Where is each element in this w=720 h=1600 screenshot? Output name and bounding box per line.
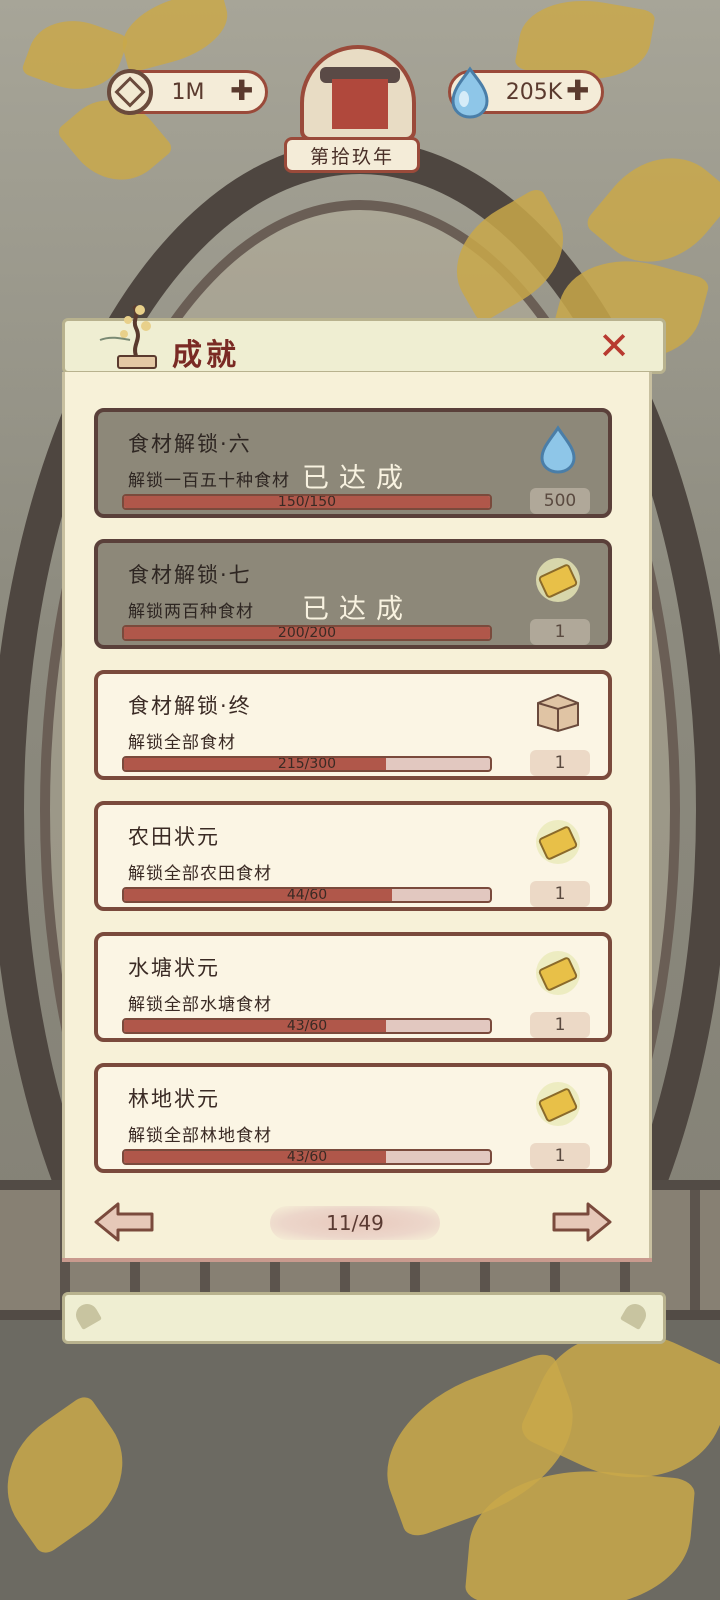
achievement-title: 林地状元	[128, 1087, 220, 1111]
achievement-description: 解锁一百五十种食材	[128, 471, 290, 491]
achievement-card[interactable]: 农田状元解锁全部农田食材 44/60 1	[94, 801, 612, 911]
add-coins-button[interactable]: ✚	[230, 76, 253, 106]
progress-bar: 43/60	[122, 1149, 492, 1165]
ticket-icon	[530, 948, 586, 998]
achievement-description: 解锁全部林地食材	[128, 1126, 272, 1146]
achievement-description: 解锁全部农田食材	[128, 864, 272, 884]
reward-count: 1	[530, 619, 590, 645]
panel-divider	[62, 1258, 652, 1262]
year-label: 第拾玖年	[284, 137, 420, 173]
progress-text: 43/60	[286, 1018, 328, 1034]
achievement-card[interactable]: 食材解锁·终解锁全部食材 215/300 1	[94, 670, 612, 780]
scroll-bottom-rod	[62, 1292, 666, 1344]
progress-text: 43/60	[286, 1149, 328, 1165]
achievement-title: 食材解锁·七	[128, 563, 252, 587]
reward-count: 1	[530, 750, 590, 776]
panel-title: 成就	[172, 338, 240, 373]
progress-bar: 44/60	[122, 887, 492, 903]
achievement-title: 食材解锁·六	[128, 432, 252, 456]
water-drop-icon	[530, 424, 586, 474]
achievement-title: 食材解锁·终	[128, 694, 252, 718]
ticket-icon	[530, 1079, 586, 1129]
water-amount: 205K	[505, 79, 563, 105]
ticket-icon	[530, 817, 586, 867]
add-water-button[interactable]: ✚	[566, 76, 589, 106]
wooden-box-icon	[530, 686, 586, 736]
achievement-card[interactable]: 食材解锁·六解锁一百五十种食材 150/150 已达成 500	[94, 408, 612, 518]
close-icon: ✕	[598, 324, 630, 368]
completed-label: 已达成	[302, 463, 413, 494]
completed-label: 已达成	[302, 594, 413, 625]
achievement-card[interactable]: 水塘状元解锁全部水塘食材 43/60 1	[94, 932, 612, 1042]
progress-text: 150/150	[277, 494, 337, 510]
achievement-description: 解锁两百种食材	[128, 602, 254, 622]
progress-text: 44/60	[286, 887, 328, 903]
water-drop-icon	[440, 62, 500, 122]
achievement-title: 农田状元	[128, 825, 220, 849]
next-page-button[interactable]	[550, 1200, 614, 1244]
achievement-title: 水塘状元	[128, 956, 220, 980]
progress-bar: 215/300	[122, 756, 492, 772]
achievement-card[interactable]: 食材解锁·七解锁两百种食材 200/200 已达成 1	[94, 539, 612, 649]
reward-count: 1	[530, 1143, 590, 1169]
progress-text: 200/200	[277, 625, 337, 641]
achievement-card[interactable]: 林地状元解锁全部林地食材 43/60 1	[94, 1063, 612, 1173]
achievement-description: 解锁全部水塘食材	[128, 995, 272, 1015]
progress-bar: 150/150	[122, 494, 492, 510]
page-indicator: 11/49	[270, 1206, 440, 1240]
reward-count: 1	[530, 881, 590, 907]
reward-count: 1	[530, 1012, 590, 1038]
close-button[interactable]: ✕	[594, 326, 634, 366]
prev-page-button[interactable]	[92, 1200, 156, 1244]
achievement-description: 解锁全部食材	[128, 733, 236, 753]
progress-bar: 200/200	[122, 625, 492, 641]
progress-bar: 43/60	[122, 1018, 492, 1034]
bonsai-icon	[99, 304, 157, 369]
reward-count: 500	[530, 488, 590, 514]
progress-text: 215/300	[277, 756, 337, 772]
coin-amount: 1M	[171, 79, 205, 105]
coin-icon	[100, 62, 160, 122]
ticket-icon	[530, 555, 586, 605]
